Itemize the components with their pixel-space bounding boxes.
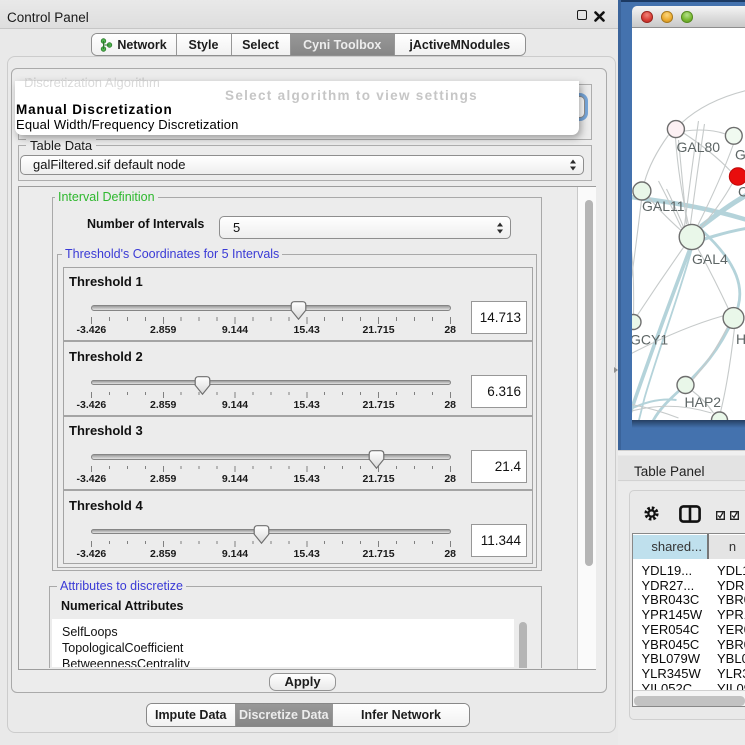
svg-text:HAP2: HAP2 [684,394,721,410]
svg-text:HI: HI [736,331,745,347]
svg-text:GAL11: GAL11 [642,198,685,214]
svg-text:GAL4: GAL4 [692,251,728,267]
svg-text:GCY1: GCY1 [632,332,668,348]
svg-text:GA: GA [735,147,745,163]
svg-text:C: C [738,184,745,200]
svg-text:GAL80: GAL80 [676,139,720,155]
